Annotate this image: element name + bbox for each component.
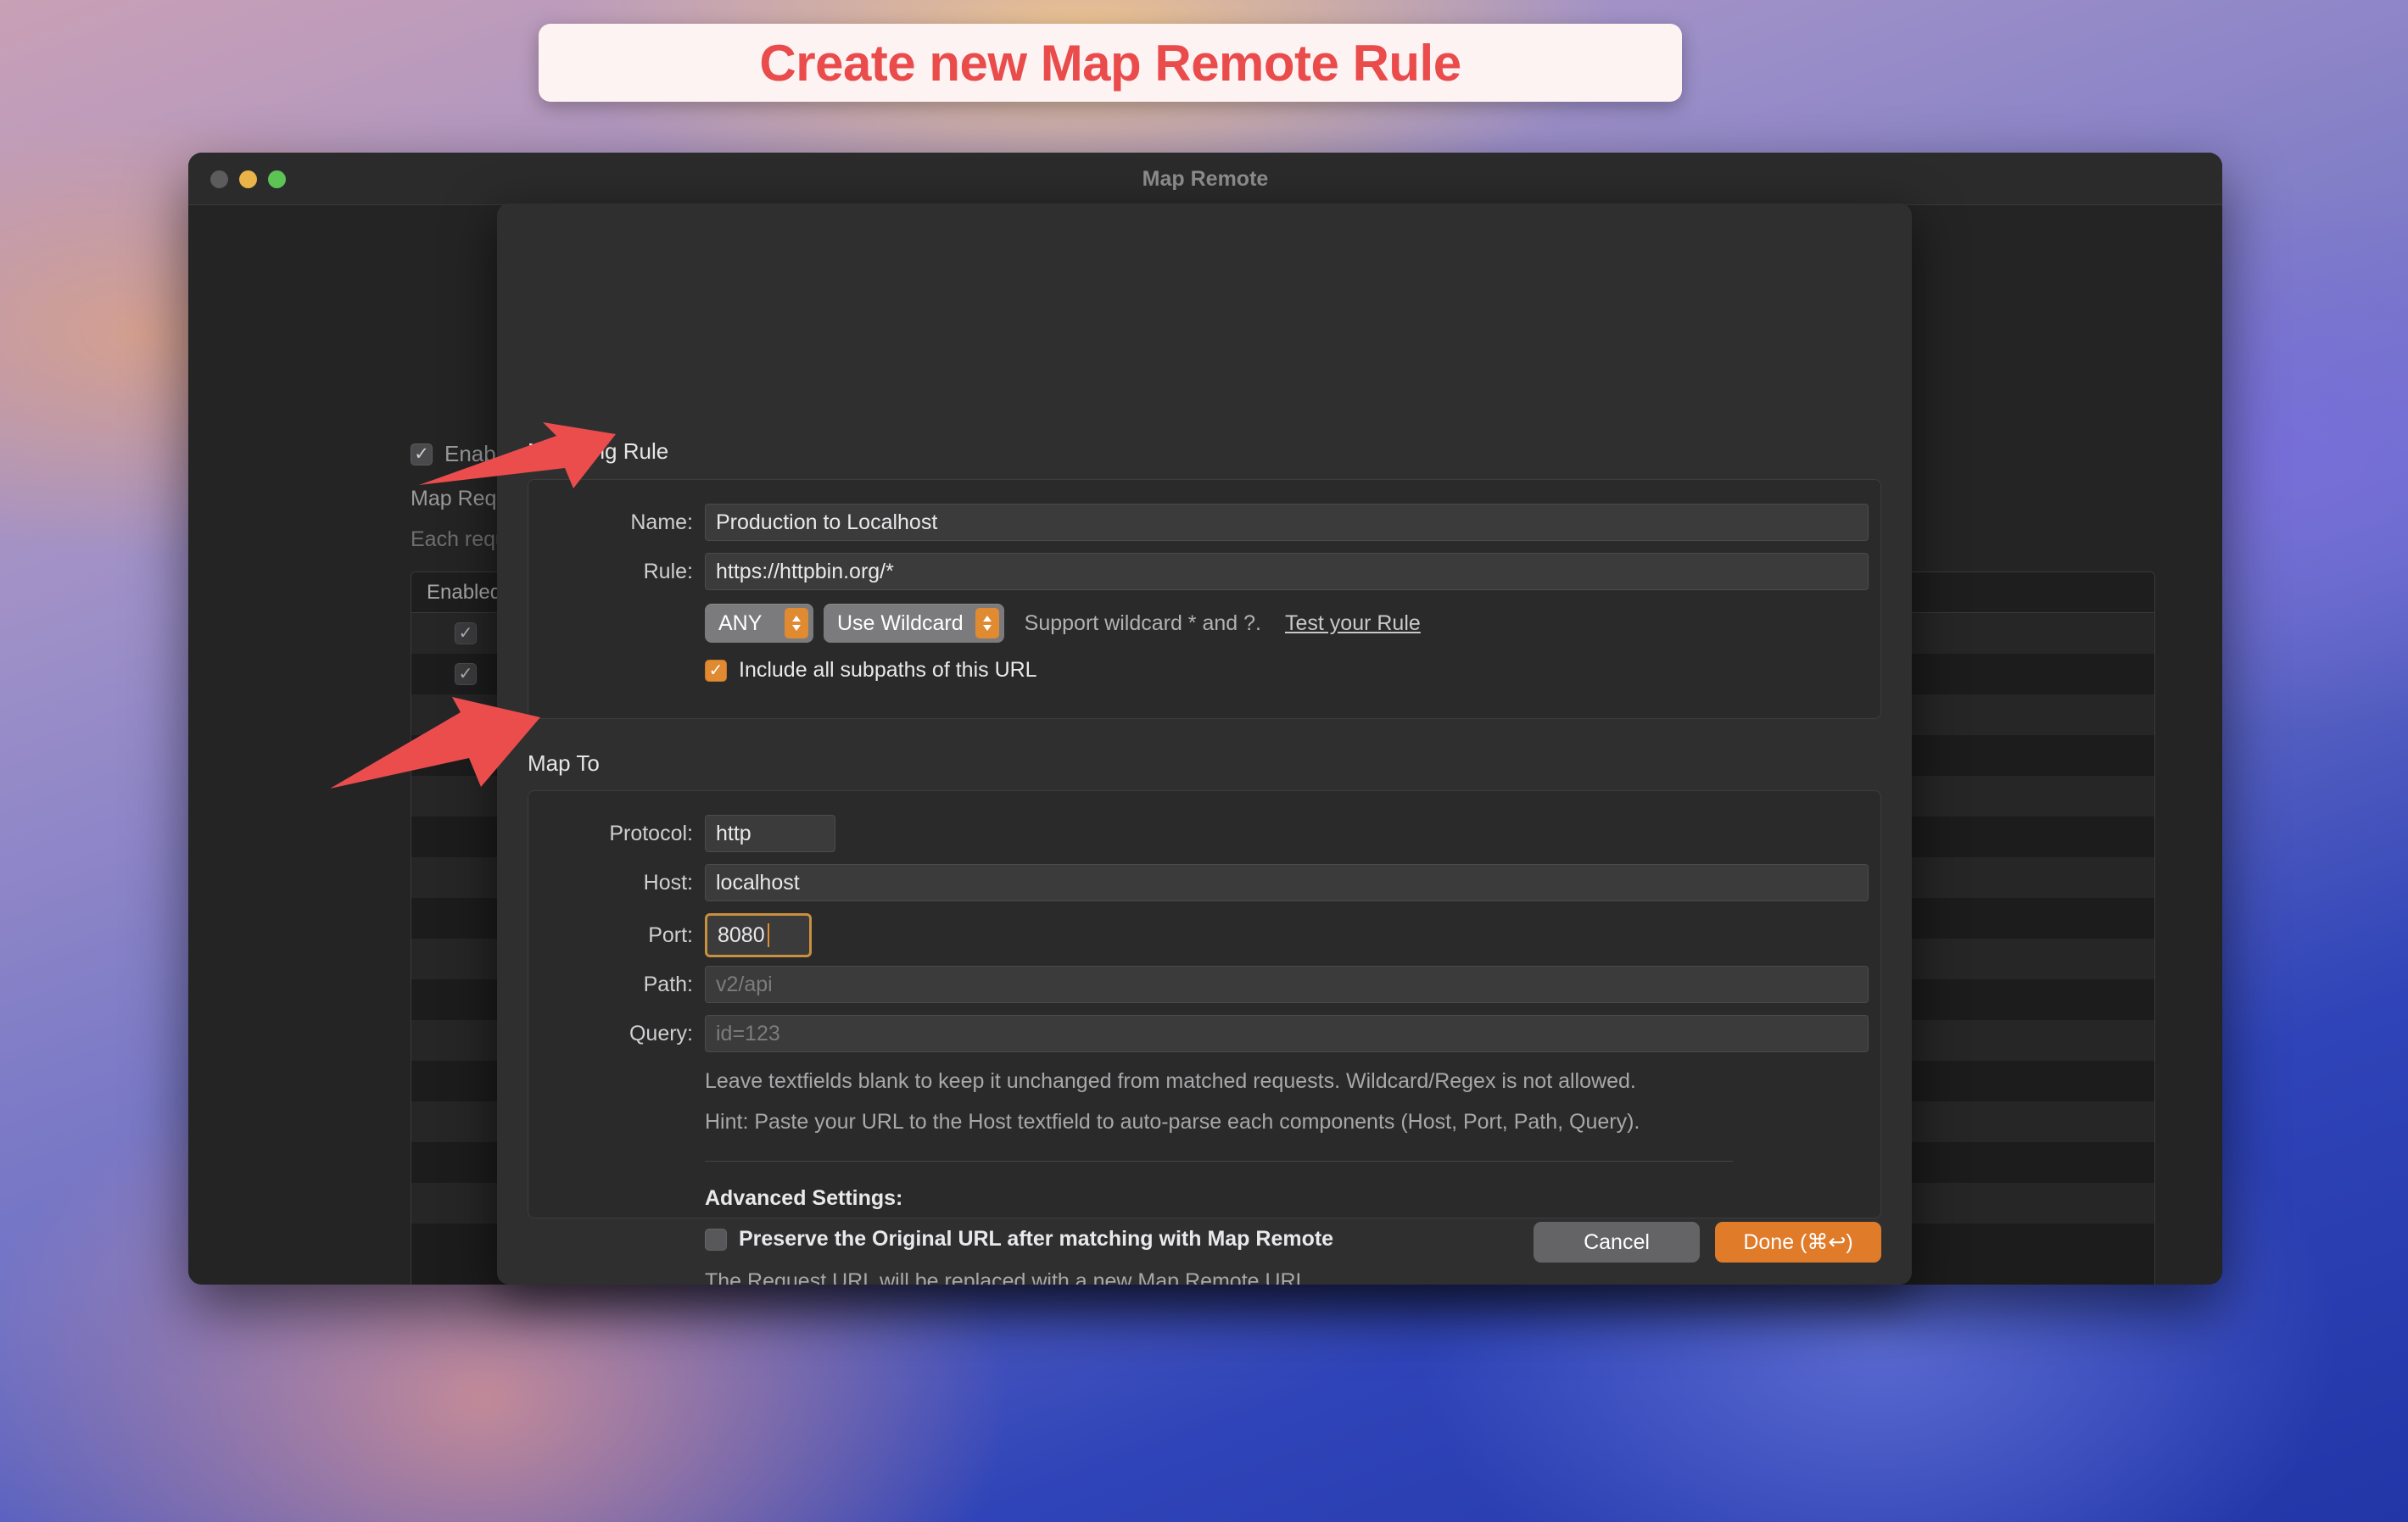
protocol-field-row: Protocol: http xyxy=(557,815,835,852)
name-field-row: Name: Production to Localhost xyxy=(557,504,1869,541)
cancel-button[interactable]: Cancel xyxy=(1534,1222,1700,1263)
include-subpaths-label: Include all subpaths of this URL xyxy=(739,658,1037,682)
stepper-up-down-icon xyxy=(975,608,999,638)
query-field-row: Query: id=123 xyxy=(557,1015,1869,1052)
port-field-label: Port: xyxy=(648,923,693,947)
checkbox-checked-icon: ✓ xyxy=(411,443,433,466)
protocol-input[interactable]: http xyxy=(705,815,835,852)
matching-rule-section-title: Matching Rule xyxy=(528,438,669,464)
path-field-label: Path: xyxy=(643,972,693,996)
query-input[interactable]: id=123 xyxy=(705,1015,1869,1052)
port-field-row: Port: 8080 xyxy=(557,913,812,957)
window-title: Map Remote xyxy=(1142,167,1269,191)
protocol-field-label: Protocol: xyxy=(609,821,693,845)
host-field-row: Host: localhost xyxy=(557,864,1869,901)
rule-field-row: Rule: https://httpbin.org/* xyxy=(557,553,1869,590)
preserve-original-url-checkbox[interactable]: Preserve the Original URL after matching… xyxy=(705,1227,1333,1252)
map-to-section-title: Map To xyxy=(528,750,600,776)
map-to-note-1: Leave textfields blank to keep it unchan… xyxy=(705,1069,1636,1093)
checkbox-checked-icon: ✓ xyxy=(455,663,477,685)
stepper-up-down-icon xyxy=(785,608,808,638)
section-divider xyxy=(705,1161,1733,1162)
wildcard-hint-text: Support wildcard * and ?. xyxy=(1024,610,1261,635)
host-field-label: Host: xyxy=(643,870,693,895)
matching-rule-group: Name: Production to Localhost Rule: http… xyxy=(528,479,1881,719)
path-input[interactable]: v2/api xyxy=(705,966,1869,1003)
matching-options-row: ANY Use Wildcard Support wildcard * and … xyxy=(705,604,1421,643)
match-mode-popup-button[interactable]: Use Wildcard xyxy=(824,604,1004,643)
map-to-group: Protocol: http Host: localhost Port: 808… xyxy=(528,790,1881,1285)
port-input[interactable]: 8080 xyxy=(705,913,812,957)
host-input[interactable]: localhost xyxy=(705,864,1869,901)
done-button[interactable]: Done (⌘↩) xyxy=(1715,1222,1881,1263)
checkbox-unchecked-icon xyxy=(705,1228,727,1251)
name-field-label: Name: xyxy=(630,510,693,534)
checkbox-checked-icon: ✓ xyxy=(705,659,727,682)
checkbox-checked-icon: ✓ xyxy=(455,622,477,644)
query-field-label: Query: xyxy=(629,1021,693,1045)
text-caret xyxy=(767,923,769,947)
screenshot-root: Create new Map Remote Rule Map Remote ✓ … xyxy=(0,0,2408,1522)
sheet-button-bar: Cancel Done (⌘↩) xyxy=(1534,1222,1881,1263)
window-titlebar: Map Remote xyxy=(188,153,2222,205)
rule-field-label: Rule: xyxy=(643,559,693,583)
preserve-original-url-note: The Request URL will be replaced with a … xyxy=(705,1269,1314,1285)
name-input[interactable]: Production to Localhost xyxy=(705,504,1869,541)
match-mode-popup-value: Use Wildcard xyxy=(837,610,964,635)
map-remote-rule-sheet: Matching Rule Name: Production to Localh… xyxy=(497,203,1912,1285)
callout-banner-text: Create new Map Remote Rule xyxy=(759,34,1461,92)
port-input-value: 8080 xyxy=(718,923,765,947)
preserve-original-url-label: Preserve the Original URL after matching… xyxy=(739,1227,1334,1251)
advanced-settings-title: Advanced Settings: xyxy=(705,1186,903,1210)
path-field-row: Path: v2/api xyxy=(557,966,1869,1003)
include-subpaths-checkbox[interactable]: ✓ Include all subpaths of this URL xyxy=(705,658,1037,683)
test-your-rule-link[interactable]: Test your Rule xyxy=(1285,611,1421,636)
map-to-note-2: Hint: Paste your URL to the Host textfie… xyxy=(705,1110,1640,1134)
callout-banner: Create new Map Remote Rule xyxy=(539,24,1682,102)
http-method-popup-value: ANY xyxy=(718,610,763,635)
http-method-popup-button[interactable]: ANY xyxy=(705,604,813,643)
rule-input[interactable]: https://httpbin.org/* xyxy=(705,553,1869,590)
